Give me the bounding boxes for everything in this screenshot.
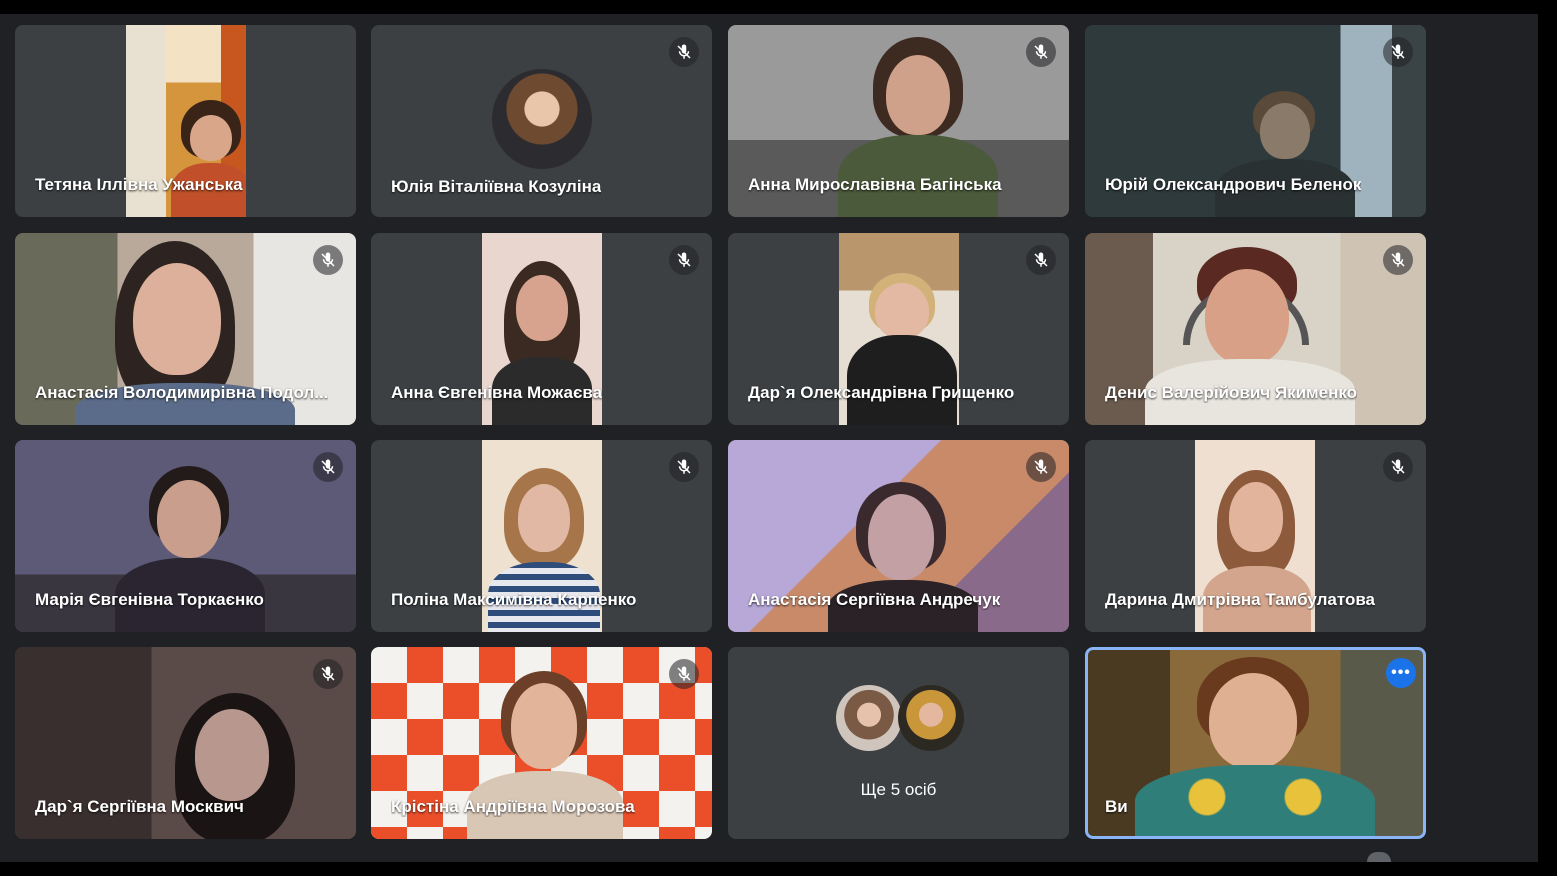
avatar	[898, 685, 964, 751]
participant-name: Дар`я Сергіївна Москвич	[35, 797, 244, 816]
participant-name: Юрій Олександрович Беленок	[1105, 175, 1362, 194]
mic-off-icon	[669, 452, 699, 482]
mic-off-icon	[313, 659, 343, 689]
participant-tile[interactable]: Анна Мирославівна Багінська	[728, 25, 1069, 217]
mic-off-icon	[1383, 245, 1413, 275]
participant-tile[interactable]: Дар`я Олександрівна Грищенко	[728, 233, 1069, 425]
avatar	[836, 685, 902, 751]
mic-off-icon	[1026, 245, 1056, 275]
participant-tile[interactable]: Анастасія Сергіївна Андречук	[728, 440, 1069, 632]
mic-off-icon	[1383, 37, 1413, 67]
mic-off-icon	[313, 452, 343, 482]
participant-tile[interactable]: Марія Євгенівна Торкаєнко	[15, 440, 356, 632]
mic-off-icon	[669, 37, 699, 67]
participant-tile[interactable]: Анастасія Володимирівна Подол...	[15, 233, 356, 425]
participant-tile[interactable]: Крістіна Андріївна Морозова	[371, 647, 712, 839]
scroll-indicator[interactable]	[1367, 852, 1391, 862]
participant-tile[interactable]: Юлія Віталіївна Козуліна	[371, 25, 712, 217]
participant-tile[interactable]: Денис Валерійович Якименко	[1085, 233, 1426, 425]
participant-tile[interactable]: Поліна Максимівна Карпенко	[371, 440, 712, 632]
mic-off-icon	[1383, 452, 1413, 482]
self-video	[1085, 647, 1426, 839]
mic-off-icon	[1026, 37, 1056, 67]
participant-name: Дарина Дмитрівна Тамбулатова	[1105, 590, 1376, 609]
participant-name: Марія Євгенівна Торкаєнко	[35, 590, 264, 609]
more-participants-tile[interactable]: Ще 5 осіб	[728, 647, 1069, 839]
participant-name: Анастасія Володимирівна Подол...	[35, 383, 329, 402]
window-edge	[1538, 0, 1557, 876]
mic-off-icon	[1026, 452, 1056, 482]
mic-off-icon	[313, 245, 343, 275]
participant-tile[interactable]: Тетяна Іллівна Ужанська	[15, 25, 356, 217]
more-participants-label: Ще 5 осіб	[860, 780, 937, 799]
participant-name: Крістіна Андріївна Морозова	[391, 797, 635, 816]
self-view-tile[interactable]: ••• Ви	[1085, 647, 1426, 839]
participant-tile[interactable]: Дарина Дмитрівна Тамбулатова	[1085, 440, 1426, 632]
participant-name: Анна Мирославівна Багінська	[748, 175, 1002, 194]
meeting-grid: Тетяна Іллівна Ужанська Юлія Віталіївна …	[0, 14, 1538, 862]
more-participants-avatars	[836, 685, 966, 755]
mic-off-icon	[669, 659, 699, 689]
participant-name: Тетяна Іллівна Ужанська	[35, 175, 243, 194]
more-horizontal-icon[interactable]: •••	[1386, 658, 1416, 688]
participant-name: Дар`я Олександрівна Грищенко	[748, 383, 1015, 402]
mic-off-icon	[669, 245, 699, 275]
avatar	[492, 69, 592, 169]
participant-name: Поліна Максимівна Карпенко	[391, 590, 637, 609]
participant-tile[interactable]: Анна Євгенівна Можаєва	[371, 233, 712, 425]
participant-name: Юлія Віталіївна Козуліна	[391, 177, 602, 196]
participant-name: Денис Валерійович Якименко	[1105, 383, 1358, 402]
participant-tile[interactable]: Юрій Олександрович Беленок	[1085, 25, 1426, 217]
participant-name: Анастасія Сергіївна Андречук	[748, 590, 1001, 609]
participant-name: Анна Євгенівна Можаєва	[391, 383, 603, 402]
participant-tile[interactable]: Дар`я Сергіївна Москвич	[15, 647, 356, 839]
self-name: Ви	[1105, 797, 1128, 816]
